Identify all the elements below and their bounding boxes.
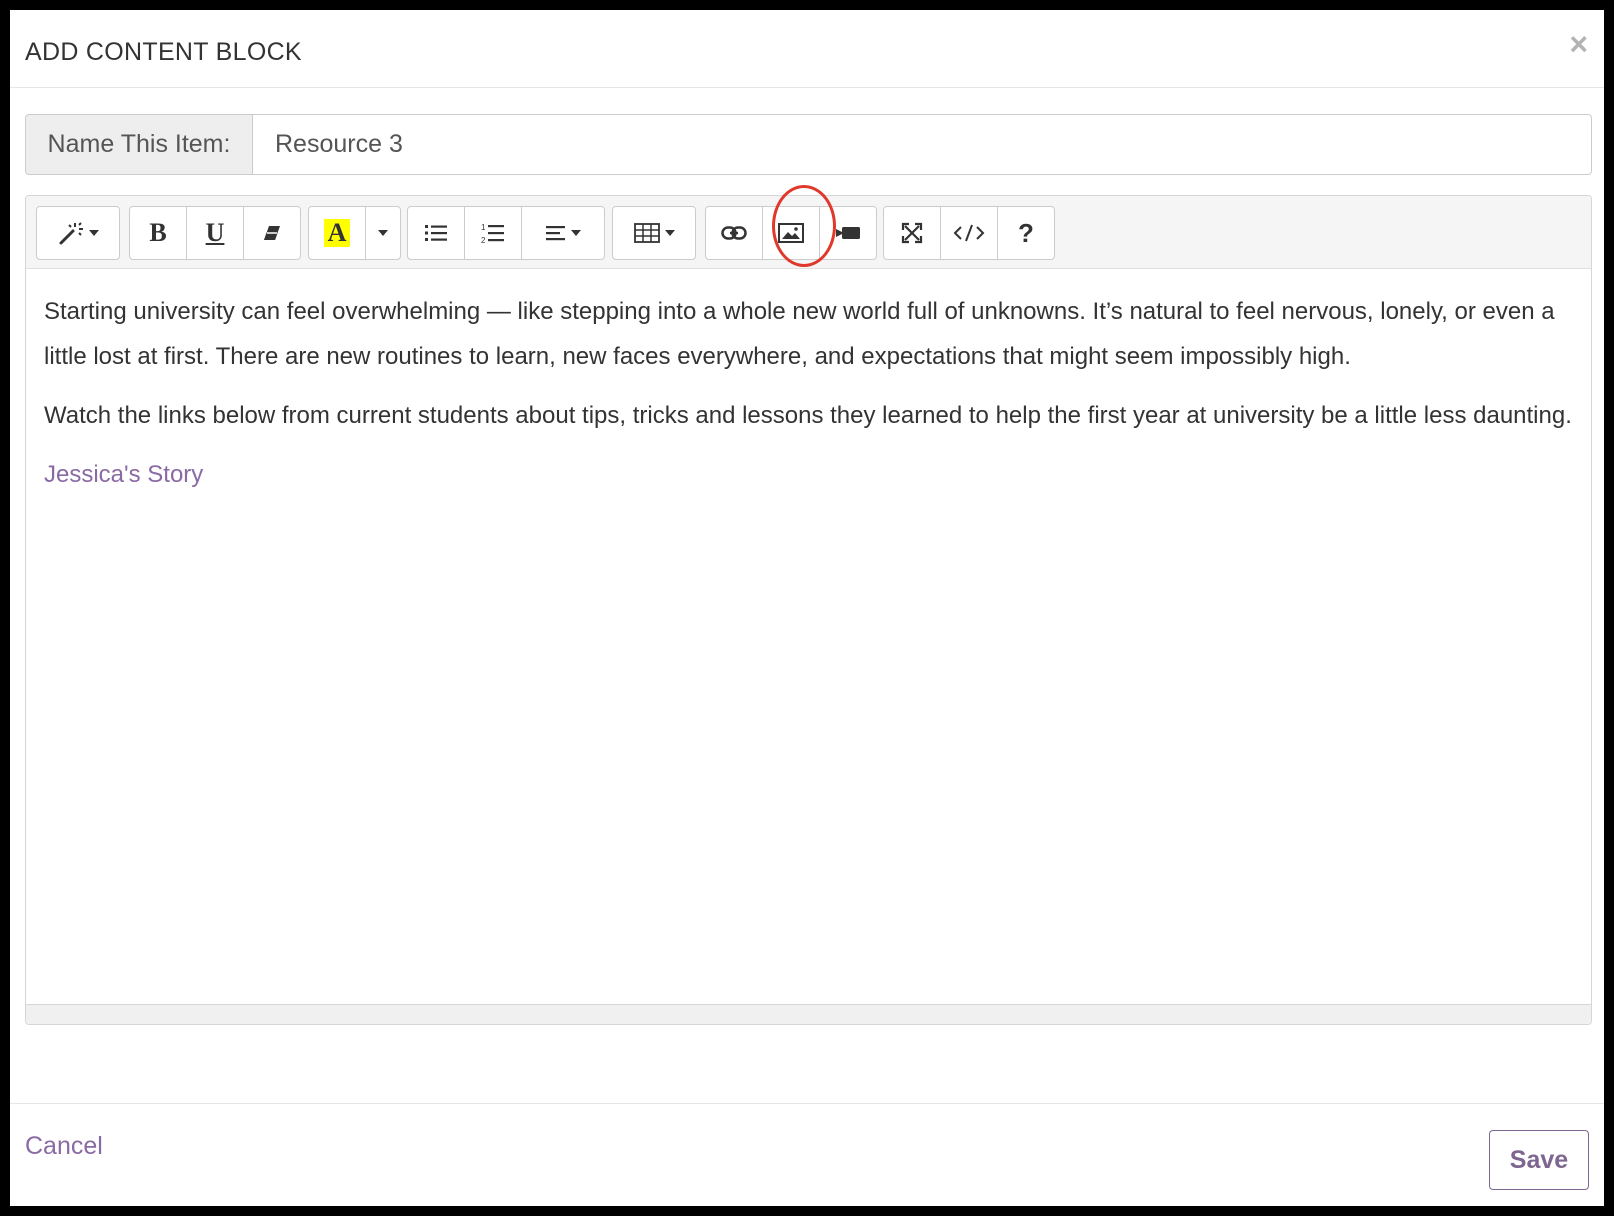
fullscreen-button[interactable] xyxy=(883,206,941,260)
editor-resize-bar[interactable] xyxy=(26,1004,1591,1024)
chevron-down-icon xyxy=(88,230,99,236)
save-button[interactable]: Save xyxy=(1489,1130,1589,1190)
bullet-list-button[interactable] xyxy=(407,206,465,260)
content-paragraph: Watch the links below from current stude… xyxy=(44,402,1572,429)
magic-wand-style-icon xyxy=(58,220,84,246)
insert-video-button[interactable] xyxy=(819,206,877,260)
bold-icon: B xyxy=(149,218,167,247)
name-item-group: Name This Item: xyxy=(25,114,1592,175)
picture-icon xyxy=(778,223,804,243)
code-view-icon xyxy=(953,223,985,243)
editor-content[interactable]: Starting university can feel overwhelmin… xyxy=(26,269,1591,531)
add-content-block-modal: ADD CONTENT BLOCK × Name This Item: Reso… xyxy=(10,10,1604,1206)
toolbar-group-color: A xyxy=(308,206,401,260)
numbered-list-button[interactable]: 1 2 xyxy=(464,206,522,260)
modal-title: ADD CONTENT BLOCK xyxy=(25,38,302,66)
toolbar-group-insert xyxy=(705,206,877,260)
modal-header: ADD CONTENT BLOCK × xyxy=(10,10,1604,88)
code-view-button[interactable] xyxy=(940,206,998,260)
bold-button[interactable]: B xyxy=(129,206,187,260)
toolbar-group-paragraph: 1 2 xyxy=(407,206,605,260)
text-color-a-icon: A xyxy=(323,219,351,247)
editor-toolbar: B U A 1 2 ? xyxy=(26,196,1591,269)
svg-text:1: 1 xyxy=(481,223,486,232)
chevron-down-icon xyxy=(570,230,581,236)
align-left-dropdown-icon xyxy=(545,225,566,241)
toolbar-group-font: B U xyxy=(129,206,301,260)
bullet-list-icon xyxy=(424,223,448,243)
rich-text-editor: B U A 1 2 ? Starting university can feel… xyxy=(25,195,1592,1025)
link-icon xyxy=(721,225,747,241)
toolbar-group-table xyxy=(612,206,696,260)
underline-button[interactable]: U xyxy=(186,206,244,260)
help-question-icon: ? xyxy=(1018,217,1034,248)
numbered-list-icon: 1 2 xyxy=(481,222,505,244)
cancel-button[interactable]: Cancel xyxy=(25,1132,103,1161)
toolbar-group-view: ? xyxy=(883,206,1055,260)
style-button[interactable] xyxy=(36,206,120,260)
fullscreen-icon xyxy=(901,222,923,244)
video-camera-icon xyxy=(835,225,861,241)
chevron-down-icon xyxy=(664,230,675,236)
svg-text:2: 2 xyxy=(481,236,486,244)
color-dropdown-caret-icon xyxy=(378,230,388,236)
help-button[interactable]: ? xyxy=(997,206,1055,260)
name-item-label: Name This Item: xyxy=(25,114,253,175)
insert-picture-button[interactable] xyxy=(762,206,820,260)
clear-format-button[interactable] xyxy=(243,206,301,260)
screenshot-frame: ADD CONTENT BLOCK × Name This Item: Reso… xyxy=(0,0,1614,1216)
text-color-button[interactable]: A xyxy=(308,206,366,260)
paragraph-align-button[interactable] xyxy=(521,206,605,260)
toolbar-group-style xyxy=(36,206,120,260)
table-button[interactable] xyxy=(612,206,696,260)
content-paragraph: Starting university can feel overwhelmin… xyxy=(44,298,1555,370)
color-dropdown-button[interactable] xyxy=(365,206,401,260)
eraser-clear-format-icon xyxy=(262,223,282,243)
table-icon xyxy=(633,223,660,243)
link-button[interactable] xyxy=(705,206,763,260)
jessicas-story-link[interactable]: Jessica's Story xyxy=(44,461,203,488)
underline-icon: U xyxy=(205,218,225,247)
close-icon[interactable]: × xyxy=(1569,28,1588,60)
modal-footer: Cancel Save xyxy=(10,1103,1604,1206)
name-item-input[interactable] xyxy=(253,114,1592,175)
